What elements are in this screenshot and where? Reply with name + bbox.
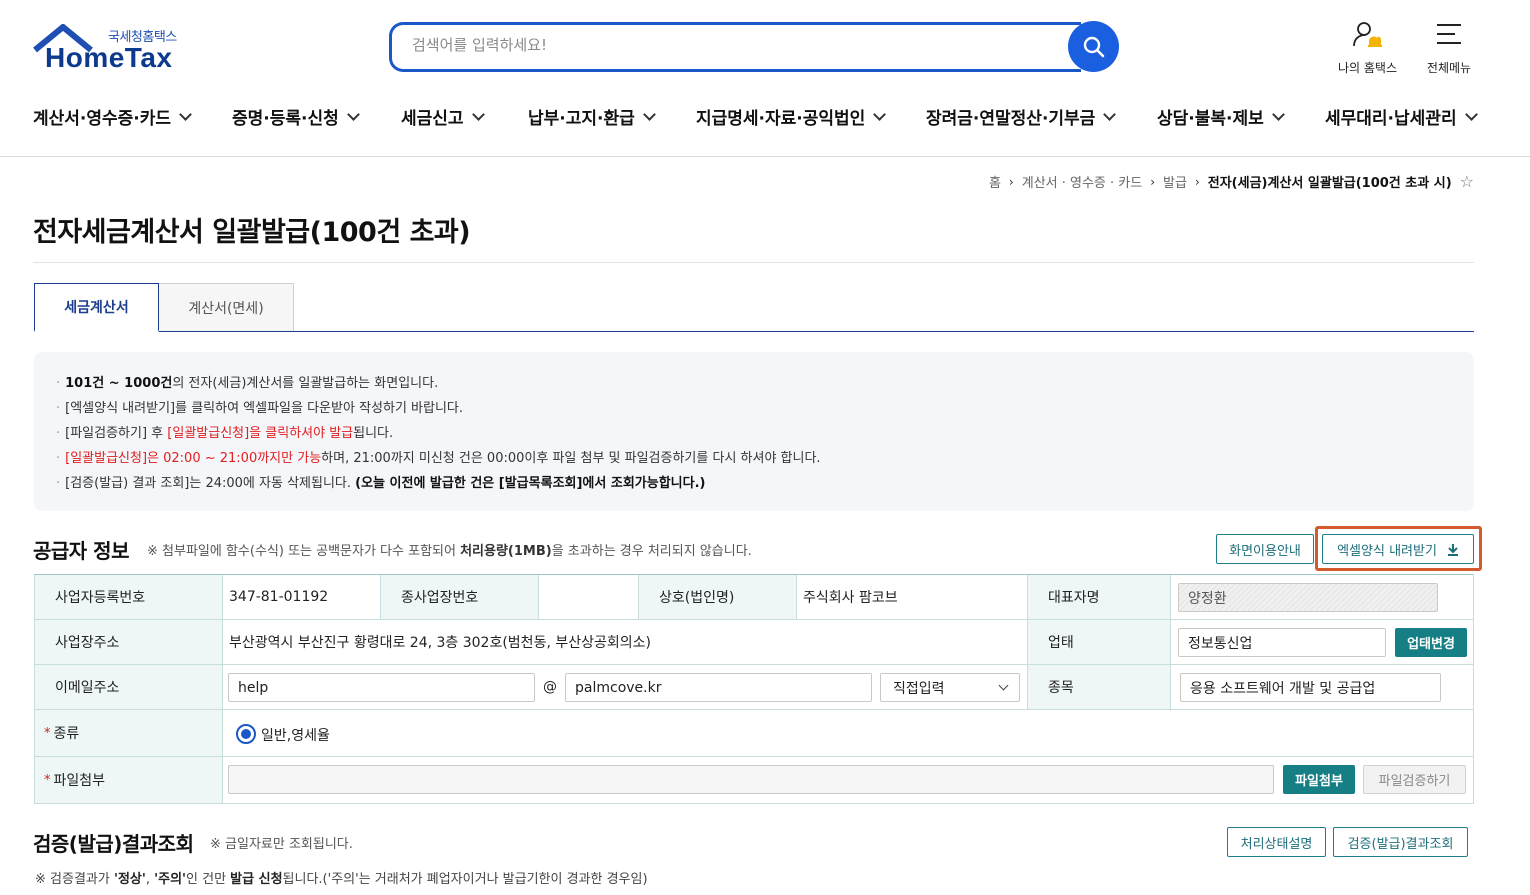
chevron-down-icon	[1103, 107, 1117, 121]
supplier-note: ※ 첨부파일에 함수(수식) 또는 공백문자가 다수 포함되어 처리용량(1MB…	[147, 544, 752, 559]
chevron-down-icon	[998, 680, 1009, 691]
gnb-receipts[interactable]: 계산서·영수증·카드	[33, 104, 192, 129]
all-menu-button[interactable]: 전체메뉴	[1425, 20, 1473, 76]
gnb-certificates[interactable]: 증명·등록·신청	[232, 104, 360, 129]
supplier-section-title: 공급자 정보	[33, 539, 129, 563]
info-line: · [엑셀양식 내려받기]를 클릭하여 엑셀파일을 다운받아 작성하기 바랍니다.	[56, 401, 464, 416]
value-company: 주식회사 팜코브	[796, 575, 1027, 619]
email-at-sign: @	[543, 679, 557, 695]
gnb-payment[interactable]: 납부·고지·환급	[528, 104, 656, 129]
breadcrumb-separator: ›	[1150, 174, 1156, 189]
label-kind: * 종류	[34, 710, 222, 756]
label-sub-biz-no: 종사업장번호	[380, 575, 538, 619]
screen-guide-button[interactable]: 화면이용안내	[1216, 534, 1314, 564]
hometax-logo[interactable]: 국세청홈택스 HomeTax	[33, 24, 193, 76]
chevron-down-icon	[642, 107, 656, 121]
gnb-label: 장려금·연말정산·기부금	[926, 109, 1096, 129]
required-mark: *	[44, 772, 51, 788]
chevron-down-icon	[873, 107, 887, 121]
kind-cell	[222, 710, 1474, 756]
result-bottom-note: ※ 검증결과가 '정상', '주의'인 건만 발급 신청됩니다.('주의'는 거…	[35, 872, 648, 887]
user-bell-icon	[1352, 22, 1382, 47]
chevron-down-icon	[1464, 107, 1478, 121]
verify-file-button[interactable]: 파일검증하기	[1363, 765, 1466, 794]
gnb-label: 상담·불복·제보	[1157, 109, 1264, 129]
chevron-down-icon	[179, 107, 192, 121]
breadcrumb-home[interactable]: 홈	[989, 172, 1001, 191]
value-biz-no: 347-81-01192	[222, 575, 380, 619]
gnb-statements[interactable]: 지급명세·자료·공익법인	[696, 104, 887, 129]
ceo-field: 양정환	[1178, 583, 1438, 612]
search-input[interactable]	[412, 36, 1052, 54]
breadcrumb-current: 전자(세금)계산서 일괄발급(100건 초과 시)	[1207, 176, 1452, 191]
title-divider	[33, 262, 1474, 263]
search-button[interactable]	[1068, 21, 1119, 72]
label-file: * 파일첨부	[34, 757, 222, 803]
tab-underline	[34, 331, 1474, 332]
breadcrumb-level2[interactable]: 발급	[1163, 172, 1187, 191]
biz-type-change-button[interactable]: 업태변경	[1395, 628, 1467, 657]
label-company: 상호(법인명)	[638, 575, 796, 619]
page-title: 전자세금계산서 일괄발급(100건 초과)	[33, 217, 471, 248]
gnb-label: 지급명세·자료·공익법인	[696, 109, 866, 129]
favorite-star-icon[interactable]: ☆	[1460, 172, 1474, 191]
biz-type-field: 정보통신업	[1178, 628, 1386, 657]
tab-tax-invoice[interactable]: 세금계산서	[34, 283, 159, 332]
label-item: 종목	[1027, 665, 1170, 709]
email-select-value: 직접입력	[893, 680, 945, 697]
hamburger-icon	[1437, 24, 1461, 44]
logo-title: HomeTax	[45, 42, 173, 73]
gnb-label: 계산서·영수증·카드	[33, 109, 172, 129]
value-sub-biz-no	[538, 575, 638, 619]
gnb-tax-report[interactable]: 세금신고	[401, 104, 485, 129]
result-note: ※ 금일자료만 조회됩니다.	[210, 837, 353, 852]
result-section-title: 검증(발급)결과조회	[33, 832, 194, 856]
my-hometax-button[interactable]: 나의 홈택스	[1338, 20, 1397, 76]
chevron-down-icon	[471, 107, 485, 121]
email-domain-select[interactable]: 직접입력	[880, 673, 1020, 702]
kind-radio-normal[interactable]	[236, 724, 256, 744]
gnb-label: 증명·등록·신청	[232, 109, 339, 129]
all-menu-label: 전체메뉴	[1426, 61, 1472, 75]
file-path-field	[228, 765, 1274, 794]
required-mark: *	[44, 725, 51, 741]
gnb-consulting[interactable]: 상담·불복·제보	[1157, 104, 1285, 129]
info-line: · 101건 ~ 1000건의 전자(세금)계산서를 일괄발급하는 화면입니다.	[56, 376, 439, 391]
attach-file-button[interactable]: 파일첨부	[1283, 765, 1355, 794]
info-line: · [검증(발급) 결과 조회]는 24:00에 자동 삭제됩니다. (오늘 이전…	[56, 476, 706, 491]
tab-invoice-exempt[interactable]: 계산서(면세)	[158, 283, 294, 332]
info-box: · 101건 ~ 1000건의 전자(세금)계산서를 일괄발급하는 화면입니다. …	[34, 352, 1474, 511]
result-query-button[interactable]: 검증(발급)결과조회	[1333, 827, 1468, 857]
label-biz-no: 사업자등록번호	[34, 575, 222, 619]
supplier-table: 사업자등록번호 347-81-01192 종사업장번호 상호(법인명) 주식회사…	[34, 574, 1474, 804]
email-domain-input[interactable]: palmcove.kr	[565, 673, 872, 702]
gnb-label: 세금신고	[401, 109, 464, 129]
label-biz-type: 업태	[1027, 620, 1170, 664]
highlight-box	[1315, 526, 1482, 571]
breadcrumb: 홈 › 계산서 · 영수증 · 카드 › 발급 › 전자(세금)계산서 일괄발급…	[989, 172, 1474, 191]
status-description-button[interactable]: 처리상태설명	[1227, 827, 1326, 857]
kind-radio-label: 일반,영세율	[261, 728, 330, 744]
breadcrumb-level1[interactable]: 계산서 · 영수증 · 카드	[1022, 172, 1142, 191]
label-ceo: 대표자명	[1027, 575, 1170, 619]
breadcrumb-separator: ›	[1008, 174, 1014, 189]
search-box	[389, 22, 1081, 72]
gnb-label: 납부·고지·환급	[528, 109, 635, 129]
email-id-input[interactable]: help	[228, 673, 535, 702]
label-email: 이메일주소	[34, 665, 222, 709]
value-address: 부산광역시 부산진구 황령대로 24, 3층 302호(범천동, 부산상공회의소…	[222, 620, 1027, 664]
item-field: 응용 소프트웨어 개발 및 공급업	[1180, 673, 1441, 702]
my-hometax-label: 나의 홈택스	[1338, 61, 1398, 75]
gnb-label: 세무대리·납세관리	[1325, 109, 1457, 129]
header-divider	[0, 156, 1530, 157]
gnb-agency[interactable]: 세무대리·납세관리	[1325, 104, 1478, 129]
gnb-incentives[interactable]: 장려금·연말정산·기부금	[926, 104, 1117, 129]
breadcrumb-separator: ›	[1194, 174, 1200, 189]
info-line: · [일괄발급신청]은 02:00 ~ 21:00까지만 가능하며, 21:00까…	[56, 451, 821, 466]
chevron-down-icon	[346, 107, 360, 121]
search-icon	[1083, 36, 1104, 57]
chevron-down-icon	[1271, 107, 1285, 121]
info-line: · [파일검증하기] 후 [일괄발급신청]을 클릭하셔야 발급됩니다.	[56, 426, 394, 441]
label-address: 사업장주소	[34, 620, 222, 664]
